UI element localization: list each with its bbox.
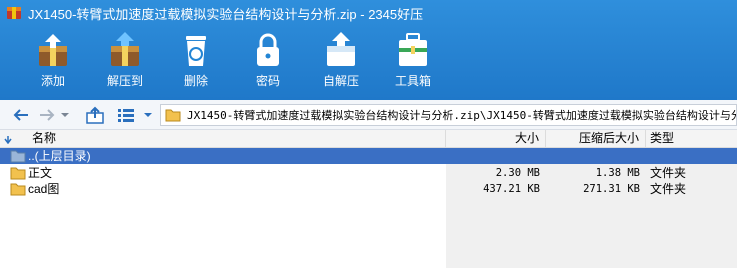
main-toolbar: 添加 解压到 删除 密码 自解压 工具箱 bbox=[0, 26, 737, 100]
column-size-label: 大小 bbox=[514, 131, 539, 145]
file-type: 文件夹 bbox=[650, 182, 687, 196]
file-name: ..(上层目录) bbox=[28, 149, 91, 163]
window-title: JX1450-转臂式加速度过载模拟实验台结构设计与分析.zip - 2345好压 bbox=[28, 6, 424, 22]
view-dropdown-icon[interactable] bbox=[143, 106, 153, 124]
back-arrow-icon[interactable] bbox=[12, 106, 30, 124]
add-button[interactable]: 添加 bbox=[21, 28, 85, 94]
address-path: JX1450-转臂式加速度过载模拟实验台结构设计与分析.zip\JX1450-转… bbox=[187, 109, 737, 122]
address-field[interactable]: JX1450-转臂式加速度过载模拟实验台结构设计与分析.zip\JX1450-转… bbox=[160, 104, 737, 126]
sort-arrow-icon bbox=[4, 136, 12, 144]
archive-app-icon bbox=[7, 7, 21, 19]
file-name: cad图 bbox=[28, 182, 60, 196]
up-folder-icon[interactable] bbox=[86, 106, 104, 124]
list-item[interactable]: 正文 2.30 MB 1.38 MB 文件夹 bbox=[0, 165, 737, 181]
column-type-label: 类型 bbox=[650, 131, 675, 145]
extract-to-button[interactable]: 解压到 bbox=[93, 28, 157, 94]
extract-to-label: 解压到 bbox=[106, 74, 143, 88]
view-list-icon[interactable] bbox=[117, 106, 135, 124]
delete-label: 删除 bbox=[183, 74, 208, 88]
toolbox-icon bbox=[399, 33, 427, 66]
file-compressed-size bbox=[546, 148, 640, 164]
file-compressed-size: 271.31 KB bbox=[583, 183, 640, 195]
extract-to-icon bbox=[111, 32, 139, 66]
recycle-bin-icon bbox=[186, 36, 206, 66]
column-type[interactable]: 类型 bbox=[646, 130, 737, 148]
self-extract-label: 自解压 bbox=[322, 74, 359, 88]
file-size bbox=[446, 148, 540, 164]
file-compressed-size: 1.38 MB bbox=[595, 167, 640, 179]
add-label: 添加 bbox=[40, 74, 65, 88]
toolbox-button[interactable]: 工具箱 bbox=[381, 28, 445, 94]
folder-icon bbox=[10, 167, 26, 180]
file-size: 2.30 MB bbox=[495, 167, 540, 179]
column-name-label: 名称 bbox=[32, 131, 57, 145]
column-compressed-label: 压缩后大小 bbox=[578, 131, 639, 145]
file-list: ..(上层目录) 正文 2.30 MB 1.38 MB 文件夹 cad图 437… bbox=[0, 148, 737, 268]
column-name[interactable]: 名称 bbox=[0, 130, 446, 148]
file-size: 437.21 KB bbox=[483, 183, 540, 195]
column-compressed[interactable]: 压缩后大小 bbox=[546, 130, 646, 148]
file-name-cell: ..(上层目录) bbox=[10, 148, 440, 164]
file-name: 正文 bbox=[28, 166, 53, 180]
delete-button[interactable]: 删除 bbox=[164, 28, 228, 94]
list-item-parent-dir[interactable]: ..(上层目录) bbox=[0, 148, 737, 164]
file-name-cell: cad图 bbox=[10, 181, 440, 197]
self-extract-button[interactable]: 自解压 bbox=[309, 28, 373, 94]
file-name-cell: 正文 bbox=[10, 165, 440, 181]
forward-arrow-icon[interactable] bbox=[38, 106, 56, 124]
add-archive-icon bbox=[39, 34, 67, 66]
title-bar: JX1450-转臂式加速度过载模拟实验台结构设计与分析.zip - 2345好压 bbox=[0, 0, 737, 26]
folder-icon bbox=[10, 183, 26, 196]
address-bar: JX1450-转臂式加速度过载模拟实验台结构设计与分析.zip\JX1450-转… bbox=[0, 100, 737, 130]
file-type: 文件夹 bbox=[650, 166, 687, 180]
column-size[interactable]: 大小 bbox=[446, 130, 546, 148]
folder-icon bbox=[165, 109, 181, 122]
padlock-icon bbox=[257, 33, 279, 66]
folder-up-icon bbox=[10, 150, 26, 163]
column-header: 名称 大小 压缩后大小 类型 bbox=[0, 130, 737, 148]
list-item[interactable]: cad图 437.21 KB 271.31 KB 文件夹 bbox=[0, 181, 737, 197]
password-button[interactable]: 密码 bbox=[236, 28, 300, 94]
self-extract-icon bbox=[327, 32, 355, 66]
file-type bbox=[650, 148, 737, 164]
password-label: 密码 bbox=[255, 74, 280, 88]
toolbox-label: 工具箱 bbox=[394, 74, 431, 88]
forward-dropdown-icon[interactable] bbox=[60, 106, 70, 124]
